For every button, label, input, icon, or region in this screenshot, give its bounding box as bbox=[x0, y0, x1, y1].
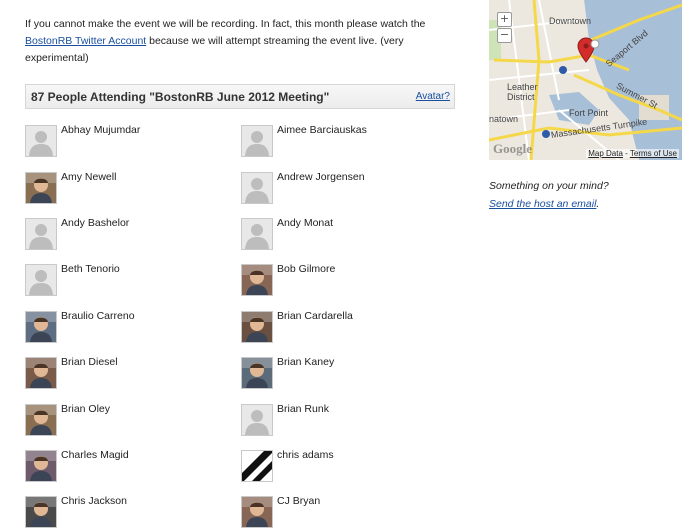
map-label-leather: Leather bbox=[507, 82, 538, 92]
avatar[interactable] bbox=[25, 218, 57, 250]
avatar[interactable] bbox=[241, 404, 273, 436]
attendee-name[interactable]: Braulio Carreno bbox=[61, 310, 135, 322]
avatar[interactable] bbox=[25, 404, 57, 436]
avatar-image bbox=[26, 265, 56, 295]
avatar[interactable] bbox=[241, 172, 273, 204]
attendee-name[interactable]: Andy Monat bbox=[277, 217, 333, 229]
avatar-image bbox=[242, 312, 272, 342]
attendee-item[interactable]: Amy Newell bbox=[25, 171, 225, 206]
location-map[interactable]: + − Downtown Leather District Fort Point… bbox=[489, 0, 682, 160]
attendee-item[interactable]: Braulio Carreno bbox=[25, 310, 225, 345]
map-data-link[interactable]: Map Data bbox=[588, 149, 623, 158]
email-host-container: Send the host an email. bbox=[489, 198, 600, 210]
avatar[interactable] bbox=[25, 264, 57, 296]
zoom-in-button[interactable]: + bbox=[497, 12, 512, 27]
attendees-heading: 87 People Attending "BostonRB June 2012 … bbox=[31, 90, 330, 104]
avatar[interactable] bbox=[25, 450, 57, 482]
attendee-item[interactable]: Brian Runk bbox=[241, 403, 441, 438]
avatar[interactable] bbox=[241, 125, 273, 157]
something-on-mind-text: Something on your mind? bbox=[489, 180, 609, 192]
avatar-image bbox=[242, 405, 272, 435]
avatar-image bbox=[242, 497, 272, 527]
twitter-account-link[interactable]: BostonRB Twitter Account bbox=[25, 35, 146, 47]
avatar[interactable] bbox=[25, 125, 57, 157]
attendee-item[interactable]: Bob Gilmore bbox=[241, 263, 441, 298]
email-host-link[interactable]: Send the host an email bbox=[489, 198, 596, 210]
attendee-name[interactable]: Beth Tenorio bbox=[61, 263, 120, 275]
attendee-item[interactable]: Andy Bashelor bbox=[25, 217, 225, 252]
attendee-item[interactable]: Aimee Barciauskas bbox=[241, 124, 441, 159]
avatar[interactable] bbox=[241, 218, 273, 250]
attendee-name[interactable]: Bob Gilmore bbox=[277, 263, 335, 275]
intro-text: If you cannot make the event we will be … bbox=[25, 18, 426, 30]
avatar[interactable] bbox=[241, 311, 273, 343]
attendee-name[interactable]: Andrew Jorgensen bbox=[277, 171, 365, 183]
avatar[interactable] bbox=[25, 311, 57, 343]
avatar[interactable] bbox=[241, 264, 273, 296]
attendee-item[interactable]: Brian Diesel bbox=[25, 356, 225, 391]
map-zoom-control: + − bbox=[493, 6, 515, 44]
avatar-help-link[interactable]: Avatar? bbox=[416, 91, 450, 102]
attendee-item[interactable]: Chris Jackson bbox=[25, 495, 225, 530]
zoom-out-button[interactable]: − bbox=[497, 28, 512, 43]
attendees-header: 87 People Attending "BostonRB June 2012 … bbox=[25, 84, 455, 109]
google-logo: Google bbox=[493, 141, 532, 156]
attendee-name[interactable]: Brian Kaney bbox=[277, 356, 334, 368]
attendee-item[interactable]: Abhay Mujumdar bbox=[25, 124, 225, 159]
terms-of-use-link[interactable]: Terms of Use bbox=[630, 149, 677, 158]
attendee-name[interactable]: Charles Magid bbox=[61, 449, 129, 461]
avatar-image bbox=[26, 358, 56, 388]
avatar-image bbox=[242, 219, 272, 249]
map-label-district: District bbox=[507, 92, 535, 102]
avatar-image bbox=[26, 173, 56, 203]
avatar-image bbox=[26, 451, 56, 481]
avatar-image bbox=[242, 358, 272, 388]
attendee-item[interactable]: CJ Bryan bbox=[241, 495, 441, 530]
attendee-name[interactable]: Abhay Mujumdar bbox=[61, 124, 140, 136]
avatar[interactable] bbox=[241, 450, 273, 482]
attendee-name[interactable]: Brian Cardarella bbox=[277, 310, 353, 322]
avatar-image bbox=[26, 312, 56, 342]
map-label-downtown: Downtown bbox=[549, 16, 592, 26]
attendee-name[interactable]: Brian Oley bbox=[61, 403, 110, 415]
attendee-item[interactable]: Andy Monat bbox=[241, 217, 441, 252]
avatar[interactable] bbox=[241, 496, 273, 528]
attendee-item[interactable]: Andrew Jorgensen bbox=[241, 171, 441, 206]
intro-paragraph: If you cannot make the event we will be … bbox=[25, 16, 455, 67]
avatar-image bbox=[242, 173, 272, 203]
map-label-fort-point: Fort Point bbox=[569, 108, 609, 118]
attendee-item[interactable]: Charles Magid bbox=[25, 449, 225, 484]
attendee-item[interactable]: Brian Cardarella bbox=[241, 310, 441, 345]
avatar[interactable] bbox=[25, 496, 57, 528]
attendee-name[interactable]: Brian Runk bbox=[277, 403, 329, 415]
avatar[interactable] bbox=[25, 357, 57, 389]
attendee-name[interactable]: Andy Bashelor bbox=[61, 217, 129, 229]
avatar-image bbox=[26, 219, 56, 249]
attendee-name[interactable]: chris adams bbox=[277, 449, 334, 461]
avatar[interactable] bbox=[25, 172, 57, 204]
attendee-name[interactable]: Amy Newell bbox=[61, 171, 116, 183]
attendee-name[interactable]: Brian Diesel bbox=[61, 356, 118, 368]
map-label-chinatown: natown bbox=[489, 114, 519, 124]
attendee-item[interactable]: chris adams bbox=[241, 449, 441, 484]
avatar[interactable] bbox=[241, 357, 273, 389]
map-credits: Map Data - Terms of Use bbox=[586, 149, 679, 158]
attendee-item[interactable]: Beth Tenorio bbox=[25, 263, 225, 298]
avatar-image bbox=[242, 451, 272, 481]
avatar-image bbox=[26, 126, 56, 156]
attendee-item[interactable]: Brian Kaney bbox=[241, 356, 441, 391]
avatar-image bbox=[242, 265, 272, 295]
attendee-name[interactable]: CJ Bryan bbox=[277, 495, 320, 507]
attendee-name[interactable]: Chris Jackson bbox=[61, 495, 127, 507]
avatar-image bbox=[242, 126, 272, 156]
avatar-image bbox=[26, 497, 56, 527]
attendee-name[interactable]: Aimee Barciauskas bbox=[277, 124, 367, 136]
avatar-image bbox=[26, 405, 56, 435]
attendee-item[interactable]: Brian Oley bbox=[25, 403, 225, 438]
